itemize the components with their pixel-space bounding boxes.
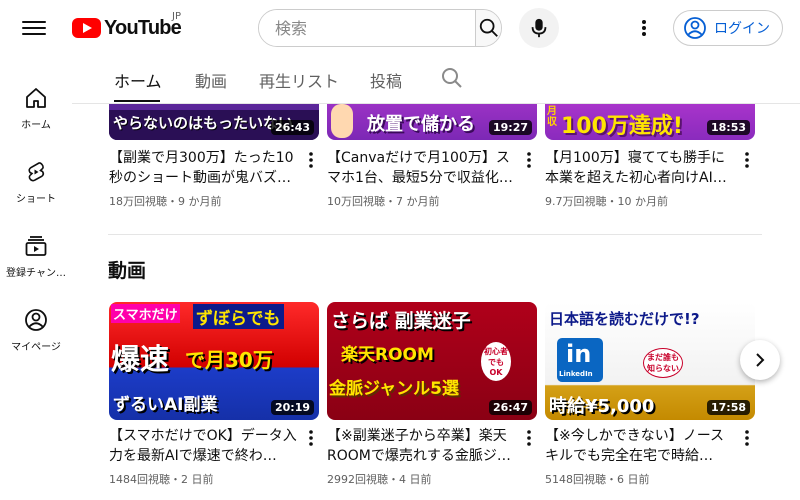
channel-search-button[interactable] [440,66,464,94]
sidebar-item-label: 登録チャン… [6,268,66,279]
video-title[interactable]: 【スマホだけでOK】データ入力を最新AIで爆速で終わ… [109,426,297,466]
thumbnail-text: ずるいAI副業 [113,395,218,415]
video-duration: 26:43 [270,120,314,135]
linkedin-label: LinkedIn [559,370,593,378]
video-meta: 18万回視聴・9 か月前 [109,195,222,208]
video-more-button[interactable] [305,150,317,170]
thumbnail-text: ずぼらでも [193,304,284,329]
sidebar: ホーム ショート 登録チャン… マイページ [0,56,72,500]
settings-more-button[interactable] [632,16,656,40]
channel-tabs: ホーム 動画 再生リスト 投稿 [72,56,800,104]
youtube-logo[interactable]: YouTube JP [72,11,182,42]
region-label: JP [172,11,181,22]
thumbnail-text: 金脈ジャンル5選 [329,379,459,399]
shorts-icon [28,162,45,182]
more-vert-icon [527,430,531,446]
thumbnail-text: 楽天ROOM [341,345,434,365]
thumbnail-badge: 初心者でもOK [481,342,511,381]
video-thumbnail[interactable]: さらば 副業迷子 楽天ROOM 金脈ジャンル5選 初心者でもOK 26:47 [327,302,537,420]
video-thumbnail[interactable]: 放置で儲かる 19:27 [327,104,537,140]
more-vert-icon [309,430,313,446]
video-title[interactable]: 【副業で月300万】たった10秒のショート動画が鬼バズ… [109,148,297,188]
thumbnail-text: 放置で儲かる [367,114,475,135]
thumbnail-text: 時給¥5,000 [549,396,655,417]
video-title[interactable]: 【月100万】寝てても勝手に本業を超えた初心者向けAI… [545,148,733,188]
microphone-icon [531,18,547,38]
section-divider [108,234,762,235]
active-tab-indicator [114,100,160,102]
thumbnail-text: さらば 副業迷子 [331,310,471,332]
video-duration: 26:47 [488,400,532,415]
sidebar-item-home[interactable]: ホーム [0,72,72,146]
home-icon [26,88,46,108]
section-title[interactable]: 動画 [108,256,146,283]
video-thumbnail[interactable]: やらないのはもったいない 26:43 [109,104,319,140]
profile-icon [25,309,47,331]
linkedin-logo-text: in [566,340,592,368]
video-more-button[interactable] [523,150,535,170]
account-circle-icon [684,17,706,39]
video-more-button[interactable] [305,428,317,448]
shelf-next-button[interactable] [740,340,780,380]
tab-playlists[interactable]: 再生リスト [259,68,339,92]
video-more-button[interactable] [741,150,753,170]
more-vert-icon [745,152,749,168]
video-more-button[interactable] [523,428,535,448]
more-vert-icon [642,20,646,36]
video-thumbnail[interactable]: スマホだけ ずぼらでも 爆速 で月30万 ずるいAI副業 20:19 [109,302,319,420]
video-meta: 10万回視聴・7 か月前 [327,195,440,208]
tab-home[interactable]: ホーム [114,68,162,92]
thumbnail-text: 爆速 [111,342,170,376]
video-meta: 5148回視聴・6 日前 [545,473,650,486]
thumbnail-text: で月30万 [185,348,273,372]
video-duration: 18:53 [706,120,750,135]
sidebar-item-profile[interactable]: マイページ [0,294,72,368]
search-icon [479,18,498,37]
chevron-right-icon [756,353,765,367]
thumbnail-text: 日本語を読むだけで!? [549,310,700,328]
login-button[interactable]: ログイン [673,10,783,46]
thumbnail-text: スマホだけ [111,304,180,323]
sidebar-item-shorts[interactable]: ショート [0,146,72,220]
login-label: ログイン [714,21,770,37]
youtube-play-icon [72,18,101,38]
channel-content: やらないのはもったいない 26:43 【副業で月300万】たった10秒のショート… [72,104,800,500]
video-title[interactable]: 【※副業迷子から卒業】楽天ROOMで爆売れする金脈ジ… [327,426,515,466]
more-vert-icon [527,152,531,168]
video-duration: 17:58 [706,400,750,415]
sidebar-item-label: ホーム [21,120,51,131]
tab-posts[interactable]: 投稿 [370,68,402,92]
video-title[interactable]: 【※今しかできない】ノースキルでも完全在宅で時給… [545,426,733,466]
linkedin-logo-icon: in LinkedIn [557,338,603,382]
sidebar-item-label: ショート [16,194,56,205]
tab-videos[interactable]: 動画 [195,68,227,92]
video-thumbnail[interactable]: 月収 100万達成! 18:53 [545,104,755,140]
search-icon [442,68,462,88]
video-meta: 2992回視聴・4 日前 [327,473,432,486]
video-meta: 1484回視聴・2 日前 [109,473,214,486]
video-duration: 20:19 [270,400,314,415]
sidebar-item-subscriptions[interactable]: 登録チャン… [0,220,72,294]
menu-icon[interactable] [22,17,46,39]
logo-text: YouTube [104,16,182,39]
sidebar-item-label: マイページ [11,342,61,353]
video-title[interactable]: 【Canvaだけで月100万】スマホ1台、最短5分で収益化… [327,148,515,188]
voice-search-button[interactable] [519,8,559,48]
video-duration: 19:27 [488,120,532,135]
video-more-button[interactable] [741,428,753,448]
video-thumbnail[interactable]: 日本語を読むだけで!? in LinkedIn まだ誰も知らない 時給¥5,00… [545,302,755,420]
video-meta: 9.7万回視聴・10 か月前 [545,195,668,208]
thumbnail-text: 100万達成! [561,114,683,139]
thumbnail-badge: まだ誰も知らない [643,348,683,378]
search-input[interactable] [259,10,475,46]
thumbnail-text: やらないのはもったいない [113,114,294,132]
more-vert-icon [745,430,749,446]
top-bar: YouTube JP ログイン [0,0,800,56]
subscriptions-icon [25,236,47,256]
search-box [258,9,502,47]
search-button[interactable] [475,10,501,46]
thumbnail-text: 月収 [547,106,557,128]
more-vert-icon [309,152,313,168]
